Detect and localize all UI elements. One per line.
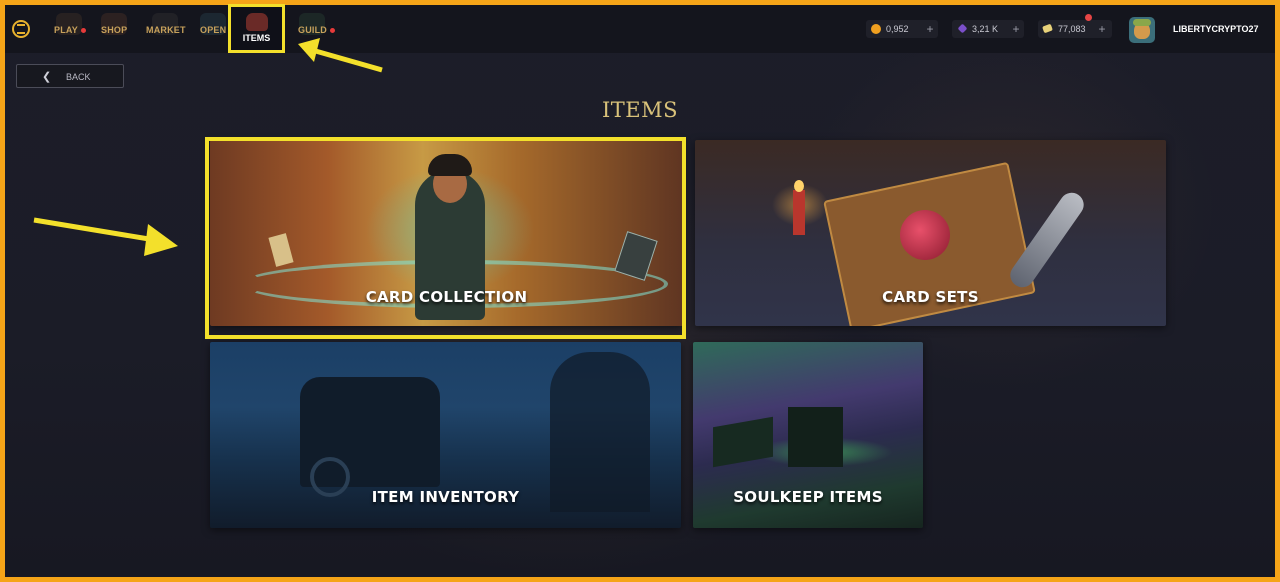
avatar[interactable] bbox=[1129, 17, 1155, 43]
nav-shop[interactable]: SHOP bbox=[101, 25, 127, 35]
top-nav-bar: PLAY SHOP MARKET OPEN GUILD 0,952 + 3,21… bbox=[5, 5, 1275, 53]
items-chest-icon bbox=[246, 13, 268, 31]
ticket-icon bbox=[1042, 23, 1053, 34]
nav-items-active[interactable]: ITEMS bbox=[228, 4, 285, 53]
chevron-left-icon: ❮ bbox=[42, 71, 52, 83]
app-frame: PLAY SHOP MARKET OPEN GUILD 0,952 + 3,21… bbox=[5, 5, 1275, 577]
card-sets-label: CARD SETS bbox=[882, 288, 979, 306]
coin-icon bbox=[871, 24, 881, 34]
nav-open[interactable]: OPEN bbox=[200, 25, 226, 35]
annotation-arrow-icon bbox=[298, 38, 383, 73]
add-coins-button[interactable]: + bbox=[922, 20, 938, 38]
page-title: ITEMS bbox=[601, 98, 679, 122]
add-tickets-button[interactable]: + bbox=[1094, 20, 1110, 38]
nav-market[interactable]: MARKET bbox=[146, 25, 186, 35]
soulkeep-items-label: SOULKEEP ITEMS bbox=[733, 488, 883, 506]
soulkeep-items-tile[interactable]: SOULKEEP ITEMS bbox=[693, 342, 923, 528]
card-collection-label: CARD COLLECTION bbox=[365, 288, 528, 306]
back-button[interactable]: ❮ BACK bbox=[16, 64, 124, 88]
add-crystals-button[interactable]: + bbox=[1008, 20, 1024, 38]
nav-play[interactable]: PLAY bbox=[54, 25, 86, 35]
item-inventory-tile[interactable]: ITEM INVENTORY bbox=[210, 342, 681, 528]
notification-dot bbox=[80, 28, 86, 34]
annotation-arrow-icon bbox=[33, 217, 178, 256]
notification-dot bbox=[1085, 14, 1092, 21]
logo-icon[interactable] bbox=[12, 20, 30, 38]
crystal-icon bbox=[957, 23, 968, 34]
item-inventory-label: ITEM INVENTORY bbox=[371, 488, 520, 506]
card-sets-tile[interactable]: CARD SETS bbox=[695, 140, 1166, 326]
username[interactable]: LIBERTYCRYPTO27 bbox=[1173, 24, 1259, 34]
card-collection-tile[interactable]: CARD COLLECTION bbox=[210, 140, 683, 326]
